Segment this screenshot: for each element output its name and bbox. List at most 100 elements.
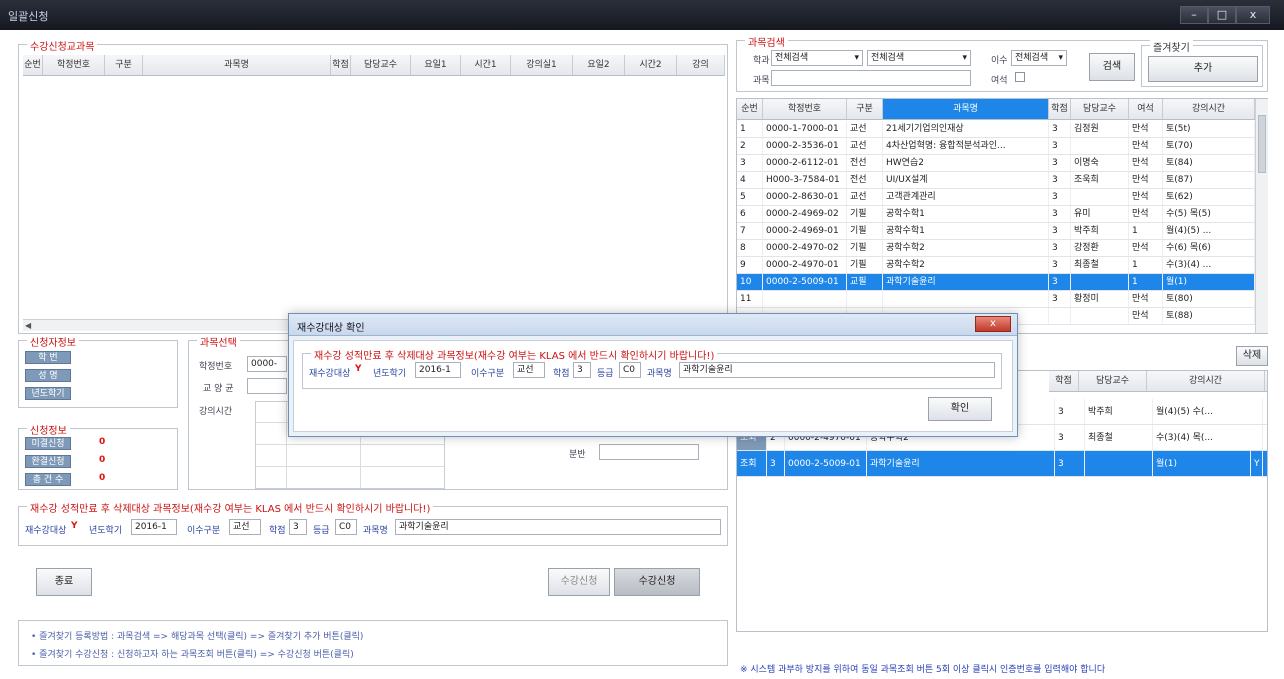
search-cell: 3	[1049, 138, 1071, 154]
table-row[interactable]: 3 0000-2-6112-01 전선 HW연습2 3 이명숙 만석 토(84)	[737, 155, 1255, 172]
search-cell: 조욱희	[1071, 172, 1129, 188]
search-cell	[847, 291, 883, 307]
title-bar[interactable]: 일괄신청 – □ x	[0, 0, 1284, 30]
col-header[interactable]: 구분	[105, 55, 143, 75]
table-row[interactable]: 9 0000-2-4970-01 기필 공학수학2 3 최종철 1 수(3)(4) ...	[737, 257, 1255, 274]
search-cell: 유미	[1071, 206, 1129, 222]
dialog-target-label: 재수강대상	[309, 369, 351, 379]
col-header[interactable]: 학점	[331, 55, 351, 75]
basket-cell: 3	[1055, 399, 1085, 424]
vertical-scrollbar[interactable]	[1255, 99, 1268, 333]
col-header-selected[interactable]: 과목명	[883, 99, 1049, 119]
course-name-label: 과목	[753, 76, 770, 86]
table-row-selected[interactable]: 조회 3 0000-2-5009-01 과학기술윤리 3 월(1) Y	[737, 451, 1267, 477]
scroll-left-icon[interactable]: ◀	[25, 321, 31, 330]
minimize-button[interactable]: –	[1180, 6, 1208, 24]
retake-target-value: Y	[71, 521, 78, 531]
application-stats-group: 신청정보 미결신청 0 완결신청 0 총 건 수 0	[18, 422, 178, 490]
campus-label: 학과	[753, 56, 770, 66]
table-row[interactable]: 4 H000-3-7584-01 전선 UI/UX설계 3 조욱희 만석 토(87)	[737, 172, 1255, 189]
table-row[interactable]: 8 0000-2-4970-02 기필 공학수학2 3 강정환 만석 수(6) 목(6)	[737, 240, 1255, 257]
col-header[interactable]: 과목명	[143, 55, 331, 75]
notes-group: • 즐겨찾기 등록방법 : 과목검색 => 해당과목 선택(클릭) => 즐겨찾…	[18, 620, 728, 666]
search-cell: 3	[1049, 189, 1071, 205]
gyoyang-input[interactable]	[247, 378, 287, 394]
col-header[interactable]: 강의	[677, 55, 725, 75]
table-row[interactable]: 1 0000-1-7000-01 교선 21세기기업의인재상 3 김정원 만석 토(5t)	[737, 121, 1255, 138]
confirm-apply-button[interactable]: 수강신청	[548, 568, 610, 596]
dialog-close-button[interactable]: x	[975, 316, 1011, 332]
search-cell: 0000-2-4970-01	[763, 257, 847, 273]
col-header[interactable]: 담당교수	[1079, 371, 1147, 391]
col-header[interactable]: 담당교수	[1071, 99, 1129, 119]
col-header[interactable]: 순번	[23, 55, 43, 75]
search-cell: 황정미	[1071, 291, 1129, 307]
isu-select[interactable]: 전체검색 ▾	[1011, 50, 1067, 66]
dialog-year-label: 년도학기	[373, 369, 407, 379]
search-cell: 기필	[847, 206, 883, 222]
col-header[interactable]: 학점	[1049, 371, 1079, 391]
table-row[interactable]: 6 0000-2-4969-02 기필 공학수학1 3 유미 만석 수(5) 목(5)	[737, 206, 1255, 223]
col-header[interactable]: 학점	[1049, 99, 1071, 119]
retake-info-label: 재수강 성적만료 후 삭제대상 과목정보(재수강 여부는 KLAS 에서 반드시…	[27, 500, 434, 515]
delete-button[interactable]: 삭제	[1236, 346, 1268, 366]
col-header[interactable]: 시간2	[625, 55, 677, 75]
col-header[interactable]: 요일2	[573, 55, 625, 75]
table-row[interactable]: 2 0000-2-3536-01 교선 4차산업혁명: 융합적분석과인... 3 만석 토(…	[737, 138, 1255, 155]
dialog-target-value: Y	[355, 364, 362, 374]
search-cell: 토(5t)	[1163, 121, 1255, 137]
search-cell	[1071, 308, 1129, 324]
yeo-checkbox[interactable]	[1015, 72, 1025, 82]
col-header[interactable]: 구분	[847, 99, 883, 119]
col-header[interactable]: 시간1	[461, 55, 511, 75]
retake-confirm-dialog: 재수강대상 확인 x 재수강 성적만료 후 삭제대상 과목정보(재수강 여부는 …	[288, 313, 1018, 437]
col-header[interactable]: 강의시간	[1147, 371, 1265, 391]
table-row[interactable]: 11 3 황정미 만석 토(80)	[737, 291, 1255, 308]
col-header[interactable]: 강의실1	[511, 55, 573, 75]
col-header[interactable]: 학정번호	[43, 55, 105, 75]
col-header[interactable]: 요일1	[411, 55, 461, 75]
course-search-group: 과목검색 학과 전체검색 ▾ 전체검색 ▾ 이수 전체검색 ▾ 과목 여석 검색 즐겨…	[736, 34, 1268, 92]
dialog-grade-value: C0	[619, 362, 641, 378]
dialog-ok-button[interactable]: 확인	[928, 397, 992, 421]
close-button[interactable]: 종료	[36, 568, 92, 596]
bunban-input[interactable]	[599, 444, 699, 460]
maximize-button[interactable]: □	[1208, 6, 1236, 24]
hakjung-input[interactable]: 0000-	[247, 356, 287, 372]
search-button[interactable]: 검색	[1089, 53, 1135, 81]
dialog-course-value: 과학기술윤리	[679, 362, 995, 378]
apply-button[interactable]: 수강신청	[614, 568, 700, 596]
scroll-thumb[interactable]	[1258, 115, 1266, 173]
total-label: 총 건 수	[25, 473, 71, 486]
search-cell: 5	[737, 189, 763, 205]
table-row[interactable]: 5 0000-2-8630-01 교선 고객관계관리 3 만석 토(62)	[737, 189, 1255, 206]
search-cell: 교선	[847, 138, 883, 154]
dialog-title: 재수강대상 확인	[297, 323, 365, 334]
basket-cell: 3	[1055, 425, 1085, 450]
sub-select[interactable]: 전체검색 ▾	[867, 50, 971, 66]
table-row[interactable]: 7 0000-2-4969-01 기필 공학수학1 3 박주희 1 월(4)(5) ...	[737, 223, 1255, 240]
col-header[interactable]: 강의시간	[1163, 99, 1255, 119]
search-cell: 교필	[847, 274, 883, 290]
retake-course-value: 과학기술윤리	[395, 519, 721, 535]
favorite-add-button[interactable]: 추가	[1148, 56, 1258, 82]
campus-select[interactable]: 전체검색 ▾	[771, 50, 863, 66]
search-cell: 만석	[1129, 308, 1163, 324]
chevron-down-icon: ▾	[962, 53, 967, 63]
course-name-input[interactable]	[771, 70, 971, 86]
col-header[interactable]: 담당교수	[351, 55, 411, 75]
basket-cell: 0000-2-5009-01	[785, 451, 867, 476]
dialog-title-bar[interactable]: 재수강대상 확인 x	[289, 314, 1017, 336]
close-window-button[interactable]: x	[1236, 6, 1270, 24]
search-cell: 4차산업혁명: 융합적분석과인...	[883, 138, 1049, 154]
col-header[interactable]: 학정번호	[763, 99, 847, 119]
col-header[interactable]: 여석	[1129, 99, 1163, 119]
search-cell: 3	[1049, 274, 1071, 290]
search-cell: 공학수학2	[883, 257, 1049, 273]
basket-cell: 3	[767, 451, 785, 476]
lookup-button[interactable]: 조회	[737, 451, 767, 476]
search-cell: 공학수학1	[883, 206, 1049, 222]
table-row-selected[interactable]: 10 0000-2-5009-01 교필 과학기술윤리 3 1 월(1)	[737, 274, 1255, 291]
search-cell: 기필	[847, 257, 883, 273]
col-header[interactable]: 순번	[737, 99, 763, 119]
